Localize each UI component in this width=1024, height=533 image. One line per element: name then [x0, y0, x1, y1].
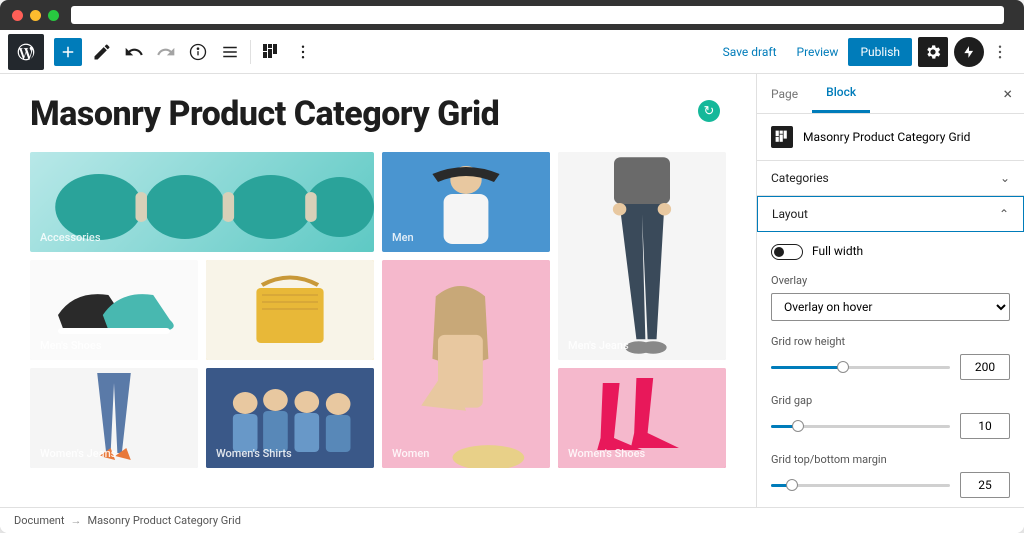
redo-button[interactable]	[150, 36, 182, 68]
full-width-label: Full width	[812, 244, 863, 258]
settings-button[interactable]	[918, 37, 948, 67]
breadcrumb-root[interactable]: Document	[14, 514, 64, 527]
masonry-grid: Accessories Men Men's Jeans Men's Shoes	[30, 152, 726, 468]
category-tile-accessories[interactable]: Accessories	[30, 152, 374, 252]
panel-layout-body: Full width Overlay Overlay on hover Grid…	[757, 232, 1024, 507]
tb-margin-label: Grid top/bottom margin	[771, 453, 1010, 466]
kebab-menu-button[interactable]	[984, 36, 1016, 68]
save-draft-link[interactable]: Save draft	[713, 45, 787, 59]
block-name-text: Masonry Product Category Grid	[803, 130, 970, 144]
mac-titlebar	[0, 0, 1024, 30]
chevron-down-icon: ⌄	[1000, 171, 1010, 185]
editor-toolbar: Save draft Preview Publish	[0, 30, 1024, 74]
category-tile-womens-jeans[interactable]: Women's Jeans	[30, 368, 198, 468]
row-height-input[interactable]	[960, 354, 1010, 380]
edit-mode-button[interactable]	[86, 36, 118, 68]
category-tile-womens-shirts[interactable]: Women's Shirts	[206, 368, 374, 468]
tb-margin-slider[interactable]	[771, 484, 950, 487]
close-sidebar-button[interactable]: ×	[991, 74, 1024, 113]
panel-layout-header[interactable]: Layout ⌃	[757, 196, 1024, 232]
tab-block[interactable]: Block	[812, 74, 870, 113]
maximize-window-button[interactable]	[48, 10, 59, 21]
panel-categories-header[interactable]: Categories ⌄	[757, 161, 1024, 196]
category-tile-women[interactable]: Women	[382, 260, 550, 468]
info-button[interactable]	[182, 36, 214, 68]
tile-label: Women's Jeans	[40, 447, 116, 460]
tile-label: Women	[392, 447, 429, 460]
tile-label: Women's Shoes	[568, 447, 645, 460]
toolbar-separator	[250, 40, 251, 64]
refresh-badge-icon[interactable]: ↻	[698, 100, 720, 122]
chevron-up-icon: ⌃	[999, 207, 1009, 221]
overlay-label: Overlay	[771, 274, 1010, 287]
gap-label: Grid gap	[771, 394, 1010, 407]
app-window: Save draft Preview Publish Masonry Produ…	[0, 0, 1024, 533]
minimize-window-button[interactable]	[30, 10, 41, 21]
full-width-toggle[interactable]	[771, 244, 803, 260]
tab-page[interactable]: Page	[757, 74, 812, 113]
masonry-block-icon	[771, 126, 793, 148]
publish-button[interactable]: Publish	[848, 38, 912, 66]
page-title[interactable]: Masonry Product Category Grid	[30, 94, 726, 134]
row-height-label: Grid row height	[771, 335, 1010, 348]
breadcrumb-separator-icon: →	[70, 514, 81, 527]
editor-canvas[interactable]: Masonry Product Category Grid ↻ Accessor…	[0, 74, 756, 507]
preview-link[interactable]: Preview	[787, 45, 849, 59]
close-window-button[interactable]	[12, 10, 23, 21]
add-block-button[interactable]	[54, 38, 82, 66]
row-height-slider[interactable]	[771, 366, 950, 369]
sidebar-tabs: Page Block ×	[757, 74, 1024, 114]
tile-label: Men	[392, 231, 414, 244]
panel-layout-label: Layout	[772, 207, 808, 221]
window-controls	[12, 10, 59, 21]
block-name-header: Masonry Product Category Grid	[757, 114, 1024, 161]
settings-sidebar: Page Block × Masonry Product Category Gr…	[756, 74, 1024, 507]
jetpack-button[interactable]	[954, 37, 984, 67]
tb-margin-input[interactable]	[960, 472, 1010, 498]
tile-label: Accessories	[40, 231, 100, 244]
tile-label: Men's Jeans	[568, 339, 629, 352]
wordpress-logo-icon[interactable]	[8, 34, 44, 70]
category-tile-womens-shoes[interactable]: Women's Shoes	[558, 368, 726, 468]
breadcrumb-current[interactable]: Masonry Product Category Grid	[87, 514, 240, 527]
category-tile-mens-jeans[interactable]: Men's Jeans	[558, 152, 726, 360]
browser-url-bar[interactable]	[71, 6, 1004, 24]
category-tile-mens-shoes[interactable]: Men's Shoes	[30, 260, 198, 360]
gap-slider[interactable]	[771, 425, 950, 428]
category-tile-men[interactable]: Men	[382, 152, 550, 252]
block-type-icon[interactable]	[255, 36, 287, 68]
tile-label: Men's Shoes	[40, 339, 101, 352]
more-options-button[interactable]	[287, 36, 319, 68]
panel-categories-label: Categories	[771, 171, 829, 185]
undo-button[interactable]	[118, 36, 150, 68]
outline-button[interactable]	[214, 36, 246, 68]
editor-body: Masonry Product Category Grid ↻ Accessor…	[0, 74, 1024, 507]
overlay-select[interactable]: Overlay on hover	[771, 293, 1010, 321]
breadcrumb: Document → Masonry Product Category Grid	[0, 507, 1024, 533]
tile-label: Women's Shirts	[216, 447, 292, 460]
gap-input[interactable]	[960, 413, 1010, 439]
category-tile-bags[interactable]	[206, 260, 374, 360]
